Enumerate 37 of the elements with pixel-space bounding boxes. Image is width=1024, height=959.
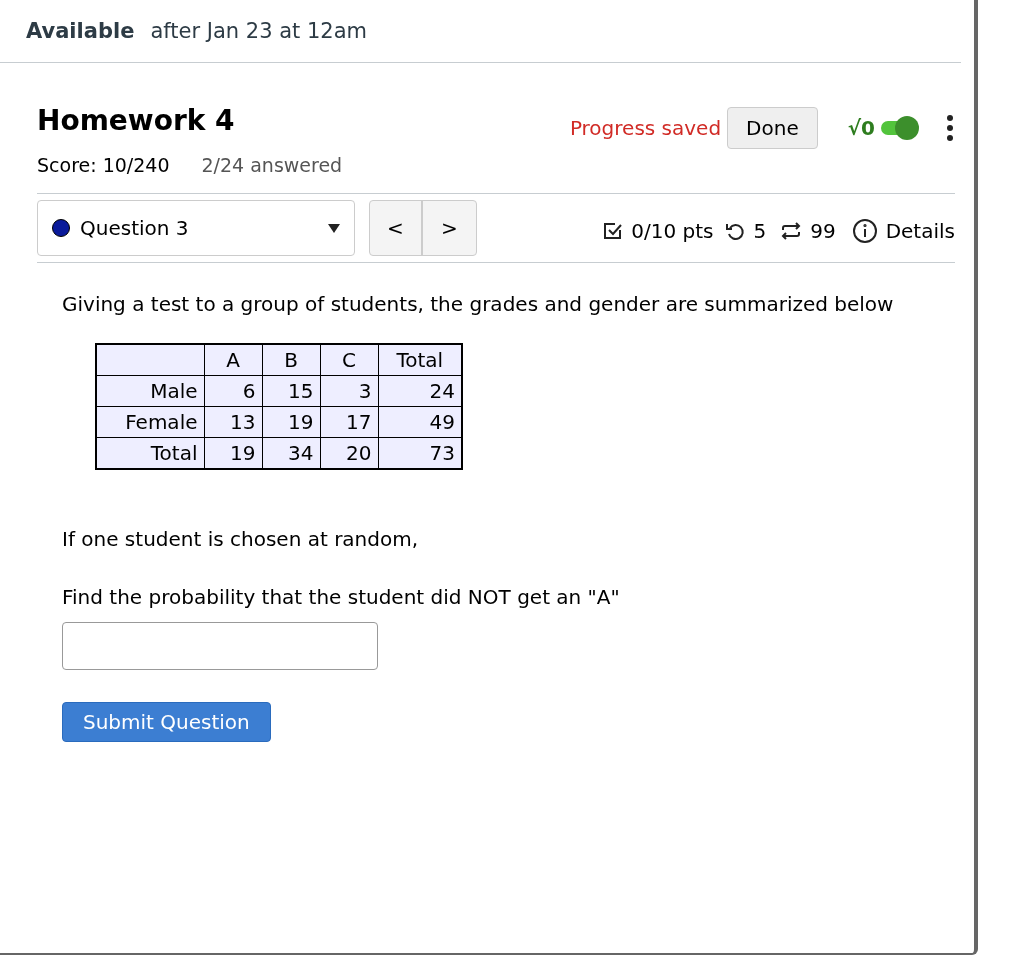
table-cell: A xyxy=(204,344,262,376)
table-cell: 3 xyxy=(320,375,378,407)
table-cell: B xyxy=(262,344,320,376)
table-cell: C xyxy=(320,344,378,376)
assignment-title: Homework 4 xyxy=(37,106,236,135)
details-link[interactable]: Details xyxy=(885,216,955,246)
table-cell: 6 xyxy=(204,375,262,407)
progress-status: Progress saved xyxy=(569,114,722,142)
table-cell: Female xyxy=(96,406,204,438)
caret-icon xyxy=(328,223,340,233)
availability-label: Available xyxy=(25,18,135,45)
answered-count: 2/24 answered xyxy=(201,152,343,178)
availability-value: after Jan 23 at 12am xyxy=(150,18,368,45)
repeat-icon xyxy=(780,220,803,242)
previous-button[interactable]: < xyxy=(370,201,423,255)
attempts-count: 99 xyxy=(810,218,836,245)
question-prompt: Find the probability that the student did NOT get an "A" xyxy=(62,584,621,611)
question-intro: Giving a test to a group of students, the grades and gender are summarized below xyxy=(62,291,895,318)
next-button[interactable]: > xyxy=(423,201,476,255)
score-text: Score: 10/240 xyxy=(37,152,170,178)
more-options-icon[interactable] xyxy=(947,114,953,141)
table-cell: 19 xyxy=(262,406,320,438)
table-cell: 17 xyxy=(320,406,378,438)
checkbox-icon xyxy=(603,221,624,241)
undo-icon xyxy=(725,221,746,241)
done-button[interactable]: Done xyxy=(727,106,818,149)
math-toggle[interactable]: √0 xyxy=(847,112,919,143)
table-cell: 15 xyxy=(262,375,320,407)
table-cell: Male xyxy=(96,375,204,407)
submit-button[interactable]: Submit Question xyxy=(62,702,271,742)
table-cell: 13 xyxy=(204,406,262,438)
points-text: 0/10 pts xyxy=(631,218,714,245)
info-icon[interactable] xyxy=(851,218,878,244)
question-condition: If one student is chosen at random, xyxy=(62,526,420,553)
retries-count: 5 xyxy=(753,218,767,245)
question-selector[interactable]: Question 3 xyxy=(37,200,355,256)
answer-field[interactable] xyxy=(62,622,378,670)
